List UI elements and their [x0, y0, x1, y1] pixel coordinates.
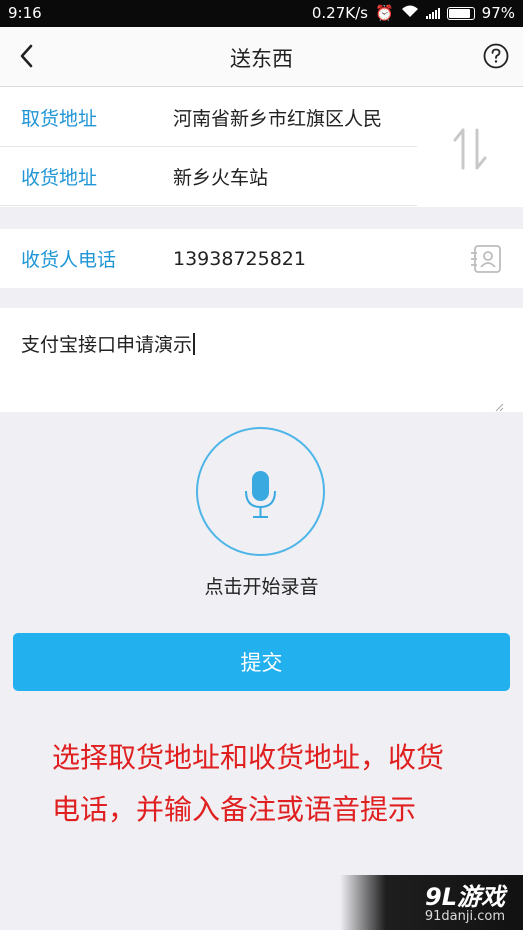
status-time: 9:16 — [8, 4, 42, 22]
battery-icon — [446, 6, 475, 20]
alarm-icon: ⏰ — [374, 4, 394, 22]
watermark: 9L游戏 91danji.com — [340, 875, 523, 930]
swap-vertical-icon[interactable] — [449, 124, 491, 174]
phone-input[interactable]: 13938725821 — [173, 248, 306, 270]
delivery-address-row[interactable]: 收货地址 新乡火车站 — [0, 147, 417, 206]
watermark-logo: 9L游戏 — [425, 883, 505, 911]
wifi-icon — [401, 4, 419, 22]
status-bar: 9:16 0.27K/s ⏰ 97% — [0, 0, 523, 27]
help-circle-icon[interactable] — [483, 43, 509, 69]
pickup-address-label: 取货地址 — [21, 108, 98, 130]
note-card[interactable] — [0, 308, 523, 412]
app-header: 送东西 — [0, 27, 523, 87]
signal-icon — [425, 7, 440, 19]
status-right: 0.27K/s ⏰ 97% — [312, 4, 515, 22]
phone-label: 收货人电话 — [21, 249, 117, 271]
pickup-address-value[interactable]: 河南省新乡市红旗区人民 — [173, 104, 400, 131]
record-voice-label: 点击开始录音 — [204, 576, 319, 598]
record-voice-button[interactable] — [196, 427, 325, 556]
delivery-address-label: 收货地址 — [21, 167, 98, 189]
watermark-url: 91danji.com — [424, 909, 505, 924]
pickup-address-row[interactable]: 取货地址 河南省新乡市红旗区人民 — [0, 88, 417, 147]
contact-book-icon[interactable] — [470, 244, 502, 274]
instruction-text: 选择取货地址和收货地址，收货 电话，并输入备注或语音提示 — [52, 732, 492, 836]
instruction-line-1: 选择取货地址和收货地址，收货 — [52, 741, 445, 774]
resize-handle-icon[interactable] — [494, 397, 504, 412]
microphone-icon — [245, 471, 276, 518]
instruction-line-2: 电话，并输入备注或语音提示 — [52, 793, 417, 826]
text-caret — [193, 333, 196, 355]
note-text: 支付宝接口申请演示 — [21, 334, 193, 356]
delivery-address-value[interactable]: 新乡火车站 — [173, 163, 268, 190]
phone-row[interactable]: 收货人电话 13938725821 — [0, 229, 460, 288]
note-textarea[interactable]: 支付宝接口申请演示 — [21, 330, 196, 357]
submit-button[interactable]: 提交 — [13, 633, 510, 691]
page-title: 送东西 — [230, 47, 293, 71]
battery-percent: 97% — [481, 4, 515, 22]
network-speed: 0.27K/s — [311, 4, 368, 22]
address-bottom-divider — [0, 205, 417, 206]
